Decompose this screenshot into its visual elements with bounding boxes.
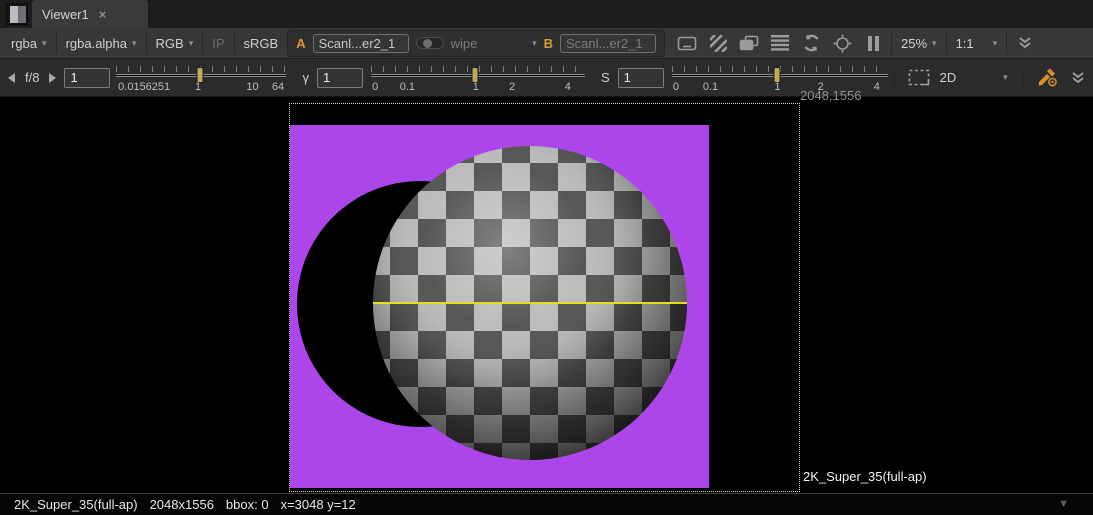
ab-input-group: A Scanl...er2_1 wipe ▾ B Scanl...er2_1 <box>287 30 665 57</box>
viewer-lut-button[interactable]: sRGB <box>241 36 282 51</box>
region-of-interest-icon[interactable] <box>907 67 931 89</box>
checker-sphere <box>373 146 687 460</box>
input-a-selector[interactable]: Scanl...er2_1 <box>313 34 409 53</box>
gain-input[interactable] <box>64 68 110 88</box>
chevron-down-icon: ▾ <box>993 38 998 49</box>
gamma-input[interactable] <box>317 68 363 88</box>
viewer-canvas[interactable]: 2K_Super_35(full-ap) <box>0 97 1093 493</box>
wipe-toggle[interactable] <box>416 37 444 49</box>
chevron-down-icon: ▾ <box>42 38 47 49</box>
chevron-down-icon: ▾ <box>532 38 537 49</box>
stack-lines-icon[interactable] <box>768 32 792 54</box>
pixel-aspect-dropdown[interactable]: 1:1 ▾ <box>953 36 1001 51</box>
expand-triangle-icon[interactable]: ▼ <box>1058 498 1069 510</box>
status-format: 2K_Super_35(full-ap) <box>14 497 138 512</box>
fstop-increase-icon[interactable] <box>49 73 56 83</box>
gamma-slider[interactable]: 0 0.1 1 2 4 <box>371 61 585 95</box>
nuke-viewer-panel: Viewer1 × rgba ▾ rgba.alpha ▾ RGB ▾ IP s… <box>0 0 1093 515</box>
input-process-button[interactable]: IP <box>209 36 227 51</box>
viewer-icon-buttons <box>675 32 885 54</box>
gamma-label: γ <box>302 70 309 85</box>
format-label: 2K_Super_35(full-ap) <box>803 469 927 484</box>
alpha-channel-dropdown[interactable]: rgba.alpha ▾ <box>63 36 140 51</box>
status-resolution: 2048x1556 <box>150 497 214 512</box>
proxy-stripes-icon[interactable] <box>706 32 730 54</box>
collapse-chevrons-icon[interactable] <box>1013 32 1037 54</box>
chevron-down-icon: ▾ <box>132 38 137 49</box>
wipe-mode-dropdown[interactable]: wipe ▾ <box>451 36 537 51</box>
status-bar: 2K_Super_35(full-ap) 2048x1556 bbox: 0 x… <box>0 493 1093 515</box>
pause-icon[interactable] <box>861 32 885 54</box>
view-mode-dropdown[interactable]: 2D ▾ <box>937 70 1011 85</box>
overlay-compare-icon[interactable] <box>737 32 761 54</box>
exposure-toolbar: f/8 0.0156251 1 10 64 γ 0 0.1 1 2 4 S <box>0 59 1093 97</box>
color-sample-eyedropper-icon[interactable] <box>1036 67 1060 89</box>
fstop-label: f/8 <box>25 70 39 85</box>
collapse-chevrons-icon[interactable] <box>1066 67 1090 89</box>
tab-bar: Viewer1 × <box>0 0 1093 28</box>
s-control-label: S <box>601 70 610 85</box>
cursor-coordinates: 2048,1556 <box>800 88 861 103</box>
zoom-level-dropdown[interactable]: 25% ▾ <box>898 36 940 51</box>
status-bbox: bbox: 0 <box>226 497 269 512</box>
pane-menu-icon[interactable] <box>6 3 28 25</box>
refresh-icon[interactable] <box>799 32 823 54</box>
tab-title: Viewer1 <box>42 7 89 22</box>
monitor-output-icon[interactable] <box>675 32 699 54</box>
channels-dropdown[interactable]: rgba ▾ <box>8 36 50 51</box>
input-b-label: B <box>544 36 553 51</box>
status-pointer: x=3048 y=12 <box>281 497 356 512</box>
chevron-down-icon: ▾ <box>189 38 194 49</box>
gain-slider[interactable]: 0.0156251 1 10 64 <box>116 61 286 95</box>
chevron-down-icon: ▾ <box>932 38 937 49</box>
roi-target-icon[interactable] <box>830 32 854 54</box>
input-b-selector[interactable]: Scanl...er2_1 <box>560 34 656 53</box>
s-control-input[interactable] <box>618 68 664 88</box>
input-a-label: A <box>296 36 305 51</box>
display-channel-dropdown[interactable]: RGB ▾ <box>153 36 197 51</box>
fstop-decrease-icon[interactable] <box>8 73 15 83</box>
viewer-toolbar: rgba ▾ rgba.alpha ▾ RGB ▾ IP sRGB A Scan… <box>0 28 1093 59</box>
chevron-down-icon: ▾ <box>1003 72 1008 83</box>
tab-viewer1[interactable]: Viewer1 × <box>32 0 148 28</box>
close-icon[interactable]: × <box>99 7 107 22</box>
